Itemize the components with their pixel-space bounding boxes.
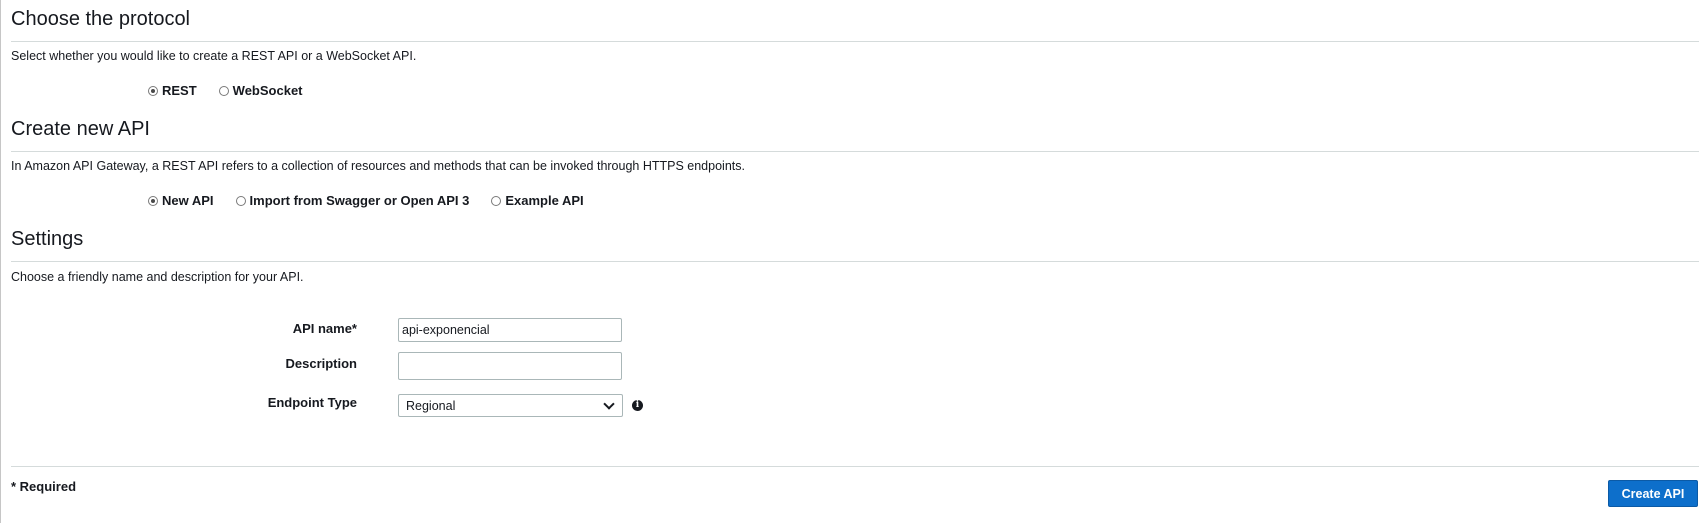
- radio-new-api[interactable]: New API: [148, 193, 214, 208]
- radio-example-api[interactable]: Example API: [491, 193, 584, 208]
- protocol-divider: [11, 41, 1699, 42]
- info-icon[interactable]: i: [632, 400, 643, 411]
- chevron-down-icon: [603, 397, 615, 410]
- radio-rest[interactable]: REST: [148, 83, 197, 98]
- create-api-button[interactable]: Create API: [1608, 480, 1698, 507]
- create-section-title: Create new API: [11, 118, 150, 140]
- protocol-description: Select whether you would like to create …: [11, 49, 417, 63]
- settings-description: Choose a friendly name and description f…: [11, 270, 304, 284]
- radio-import-swagger-indicator[interactable]: [235, 195, 246, 206]
- create-divider: [11, 151, 1699, 152]
- radio-import-swagger-label: Import from Swagger or Open API 3: [249, 193, 470, 208]
- create-description: In Amazon API Gateway, a REST API refers…: [11, 159, 745, 173]
- radio-example-api-label: Example API: [505, 193, 584, 208]
- endpoint-type-value: Regional: [406, 398, 456, 413]
- footer-divider: [11, 466, 1699, 467]
- radio-import-swagger[interactable]: Import from Swagger or Open API 3: [235, 193, 470, 208]
- description-label: Description: [285, 356, 357, 371]
- api-name-label: API name*: [292, 321, 357, 336]
- radio-websocket[interactable]: WebSocket: [218, 83, 303, 98]
- radio-websocket-indicator[interactable]: [218, 85, 229, 96]
- endpoint-type-label: Endpoint Type: [267, 395, 357, 410]
- protocol-section-title: Choose the protocol: [11, 8, 191, 30]
- radio-new-api-indicator[interactable]: [148, 195, 158, 206]
- create-api-page: Choose the protocol Select whether you w…: [0, 0, 1704, 523]
- api-source-radio-group: New API Import from Swagger or Open API …: [148, 193, 606, 208]
- radio-example-api-indicator[interactable]: [491, 195, 502, 206]
- radio-rest-label: REST: [162, 83, 197, 98]
- protocol-radio-group: REST WebSocket: [148, 83, 325, 98]
- settings-section-title: Settings: [11, 228, 84, 250]
- radio-rest-indicator[interactable]: [148, 85, 158, 96]
- description-input[interactable]: [398, 352, 622, 380]
- api-name-input[interactable]: [398, 318, 622, 342]
- settings-divider: [11, 261, 1699, 262]
- endpoint-type-select[interactable]: Regional: [398, 394, 623, 417]
- radio-websocket-label: WebSocket: [232, 83, 303, 98]
- radio-new-api-label: New API: [162, 193, 214, 208]
- required-note: * Required: [11, 479, 77, 494]
